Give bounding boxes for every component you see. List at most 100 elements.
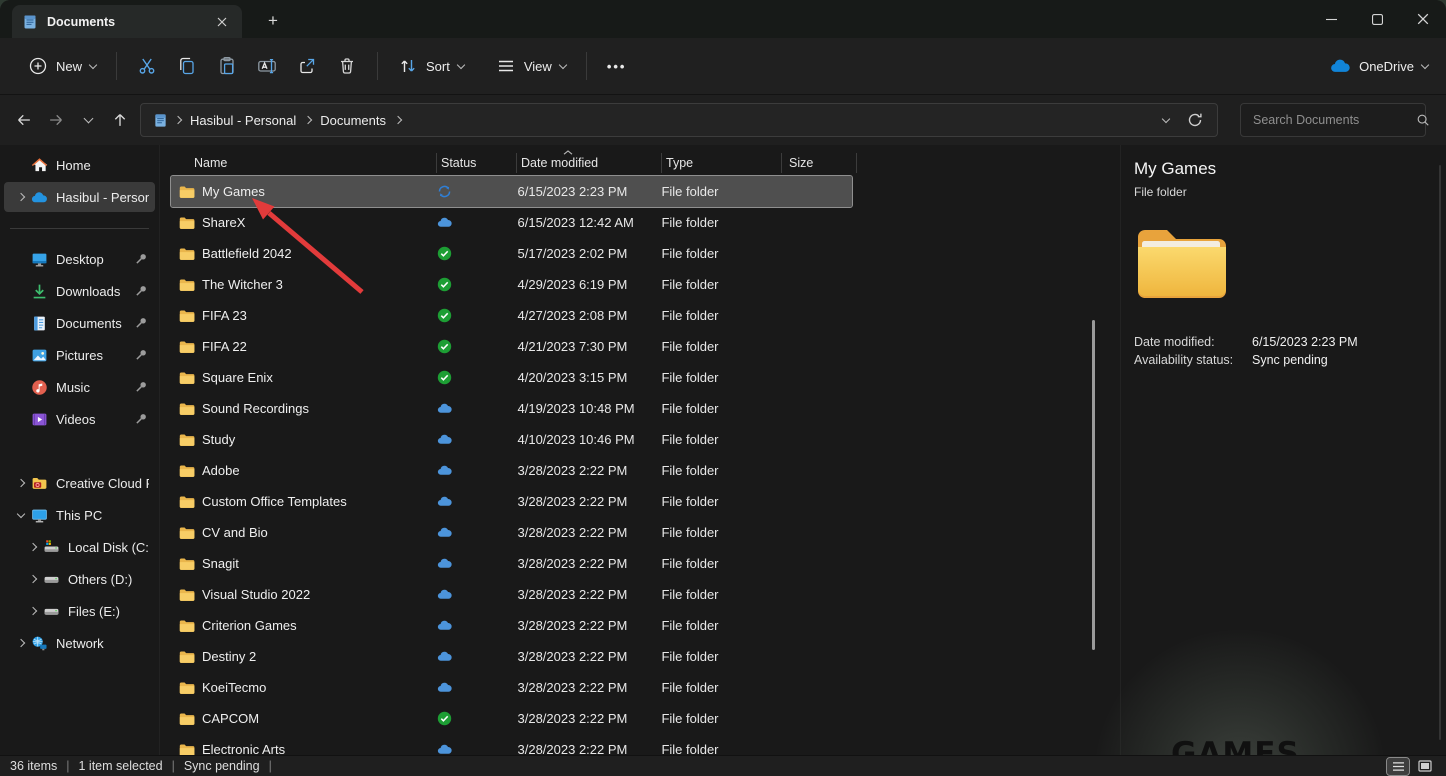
close-button[interactable] <box>1400 0 1446 38</box>
maximize-button[interactable] <box>1354 0 1400 38</box>
folder-icon <box>179 588 195 602</box>
status-cloud-icon <box>437 401 452 416</box>
file-type: File folder <box>657 494 776 509</box>
sidebar-item-this-pc[interactable]: This PC <box>4 500 155 530</box>
tab-documents[interactable]: Documents <box>12 5 242 38</box>
column-header-status[interactable]: Status <box>436 153 516 173</box>
sidebar-item-downloads[interactable]: Downloads <box>4 276 155 306</box>
file-row[interactable]: Criterion Games3/28/2023 2:22 PMFile fol… <box>171 610 852 641</box>
date-modified: 6/15/2023 2:23 PM <box>514 184 658 199</box>
file-row[interactable]: Custom Office Templates3/28/2023 2:22 PM… <box>171 486 852 517</box>
column-header-name[interactable]: Name <box>171 153 436 173</box>
breadcrumb-item[interactable]: Documents <box>314 110 392 131</box>
date-modified: 3/28/2023 2:22 PM <box>514 494 658 509</box>
list-scrollbar[interactable] <box>1092 320 1095 650</box>
sidebar-item-music[interactable]: Music <box>4 372 155 402</box>
file-row[interactable]: Snagit3/28/2023 2:22 PMFile folder <box>171 548 852 579</box>
sidebar-item-others-d-[interactable]: Others (D:) <box>4 564 155 594</box>
details-view-button[interactable] <box>1387 758 1409 775</box>
file-row[interactable]: Square Enix4/20/2023 3:15 PMFile folder <box>171 362 852 393</box>
file-row[interactable]: The Witcher 34/29/2023 6:19 PMFile folde… <box>171 269 852 300</box>
expander-right-icon[interactable] <box>12 194 30 200</box>
paste-button[interactable] <box>207 49 247 83</box>
chevron-down-icon <box>457 60 465 68</box>
forward-button[interactable] <box>40 104 72 136</box>
file-row[interactable]: Destiny 23/28/2023 2:22 PMFile folder <box>171 641 852 672</box>
search-box[interactable] <box>1240 103 1426 137</box>
sort-ascending-icon <box>563 145 573 158</box>
file-row[interactable]: Electronic Arts3/28/2023 2:22 PMFile fol… <box>171 734 852 755</box>
toolbar-divider <box>586 52 587 80</box>
sidebar-item-creative-cloud-files[interactable]: Creative Cloud Files <box>4 468 155 498</box>
file-row[interactable]: FIFA 234/27/2023 2:08 PMFile folder <box>171 300 852 331</box>
sort-button[interactable]: Sort <box>388 49 474 83</box>
sidebar-item-pictures[interactable]: Pictures <box>4 340 155 370</box>
sidebar-item-label: Documents <box>56 316 131 331</box>
sidebar-item-hasibul-personal[interactable]: Hasibul - Personal <box>4 182 155 212</box>
rename-button[interactable] <box>247 49 287 83</box>
status-cloud-icon <box>437 432 452 447</box>
sidebar-item-local-disk-c-[interactable]: Local Disk (C:) <box>4 532 155 562</box>
breadcrumb-chevron-icon[interactable] <box>305 117 311 123</box>
file-row[interactable]: Study4/10/2023 10:46 PMFile folder <box>171 424 852 455</box>
column-header-date-modified[interactable]: Date modified <box>516 153 661 173</box>
sidebar-item-documents[interactable]: Documents <box>4 308 155 338</box>
file-row[interactable]: Sound Recordings4/19/2023 10:48 PMFile f… <box>171 393 852 424</box>
breadcrumb-item[interactable]: Hasibul - Personal <box>184 110 302 131</box>
expander-right-icon[interactable] <box>12 480 30 486</box>
expander-right-icon[interactable] <box>24 608 42 614</box>
new-tab-button[interactable]: + <box>260 8 286 34</box>
expander-down-icon[interactable] <box>12 514 30 517</box>
large-icons-view-button[interactable] <box>1414 758 1436 775</box>
view-button[interactable]: View <box>486 49 576 83</box>
availability-value: Sync pending <box>1252 351 1446 369</box>
search-input[interactable] <box>1251 112 1416 128</box>
file-row[interactable]: Adobe3/28/2023 2:22 PMFile folder <box>171 455 852 486</box>
column-header-size[interactable]: Size <box>781 153 857 173</box>
clipboard-icon <box>217 56 237 76</box>
refresh-icon[interactable] <box>1187 112 1203 128</box>
address-bar[interactable]: Hasibul - Personal Documents <box>140 103 1218 137</box>
column-header-type[interactable]: Type <box>661 153 781 173</box>
expander-right-icon[interactable] <box>24 576 42 582</box>
file-row[interactable]: Battlefield 20425/17/2023 2:02 PMFile fo… <box>171 238 852 269</box>
recent-locations-button[interactable] <box>72 104 104 136</box>
file-name: Battlefield 2042 <box>202 246 292 261</box>
sidebar-item-videos[interactable]: Videos <box>4 404 155 434</box>
file-row[interactable]: FIFA 224/21/2023 7:30 PMFile folder <box>171 331 852 362</box>
tab-close-icon[interactable] <box>212 12 232 32</box>
file-row[interactable]: Visual Studio 20223/28/2023 2:22 PMFile … <box>171 579 852 610</box>
file-row[interactable]: ShareX6/15/2023 12:42 AMFile folder <box>171 207 852 238</box>
expander-right-icon[interactable] <box>24 544 42 550</box>
search-icon[interactable] <box>1416 113 1430 127</box>
details-scrollbar[interactable] <box>1439 165 1441 740</box>
location-icon <box>153 113 168 128</box>
breadcrumb-chevron-icon[interactable] <box>395 117 401 123</box>
network-icon <box>30 634 48 652</box>
see-more-button[interactable]: ••• <box>597 52 637 81</box>
new-button[interactable]: New <box>18 49 106 83</box>
onedrive-button[interactable]: OneDrive <box>1330 59 1428 74</box>
file-row[interactable]: My Games6/15/2023 2:23 PMFile folder <box>171 176 852 207</box>
sidebar-item-desktop[interactable]: Desktop <box>4 244 155 274</box>
address-dropdown-icon[interactable] <box>1162 114 1170 122</box>
cut-button[interactable] <box>127 49 167 83</box>
minimize-button[interactable] <box>1308 0 1354 38</box>
back-button[interactable] <box>8 104 40 136</box>
pin-icon <box>135 316 149 330</box>
delete-button[interactable] <box>327 49 367 83</box>
sidebar-item-network[interactable]: Network <box>4 628 155 658</box>
file-row[interactable]: CV and Bio3/28/2023 2:22 PMFile folder <box>171 517 852 548</box>
file-row[interactable]: KoeiTecmo3/28/2023 2:22 PMFile folder <box>171 672 852 703</box>
disk-icon <box>42 570 60 588</box>
file-row[interactable]: CAPCOM3/28/2023 2:22 PMFile folder <box>171 703 852 734</box>
expander-right-icon[interactable] <box>12 640 30 646</box>
sidebar-item-home[interactable]: Home <box>4 150 155 180</box>
sidebar-item-files-e-[interactable]: Files (E:) <box>4 596 155 626</box>
up-button[interactable] <box>104 104 136 136</box>
navigation-pane: HomeHasibul - Personal DesktopDownloads Do… <box>0 145 160 755</box>
sidebar-item-label: Music <box>56 380 131 395</box>
selected-count: 1 item selected <box>79 759 163 773</box>
copy-button[interactable] <box>167 49 207 83</box>
share-button[interactable] <box>287 49 327 83</box>
